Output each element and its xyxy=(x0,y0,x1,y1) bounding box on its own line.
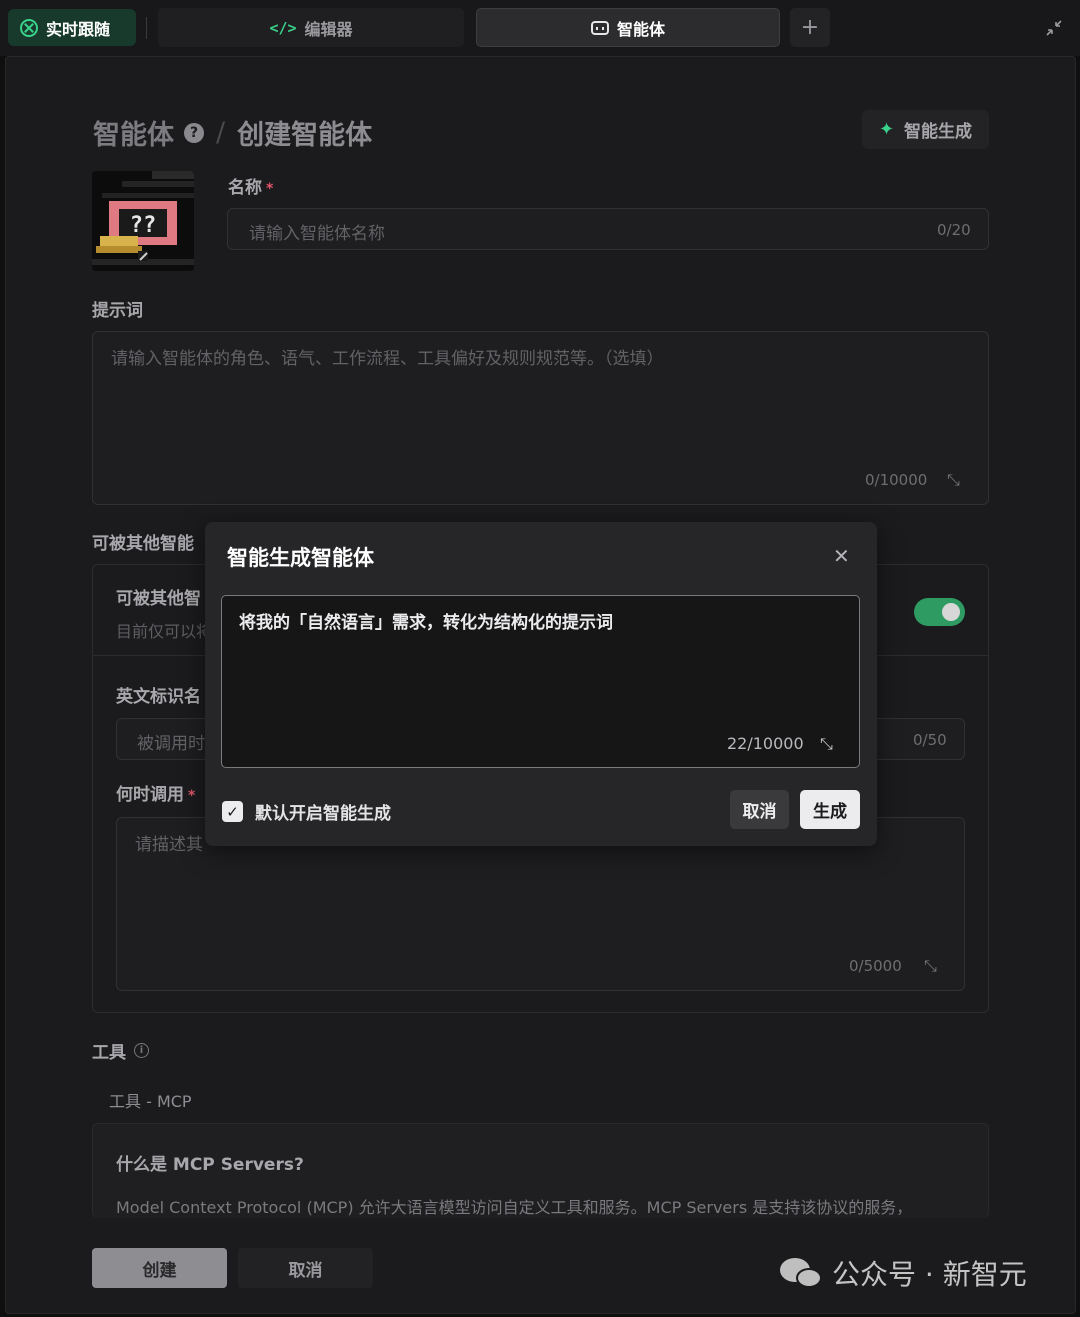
breadcrumb-parent[interactable]: 智能体 xyxy=(93,113,174,152)
watermark: 公众号 · 新智元 xyxy=(780,1253,1027,1293)
dialog-counter: 22/10000 xyxy=(727,734,804,753)
prompt-counter: 0/10000 xyxy=(865,471,928,489)
ai-generate-button[interactable]: ✦ 智能生成 xyxy=(862,110,989,149)
dialog-title: 智能生成智能体 xyxy=(227,546,374,570)
tab-editor-label: 编辑器 xyxy=(304,19,353,39)
name-counter: 0/20 xyxy=(937,221,971,239)
dialog-textarea[interactable]: 将我的「自然语言」需求，转化为结构化的提示词 22/10000 ⤡ xyxy=(221,595,860,768)
when-to-call-placeholder: 请描述其 xyxy=(135,835,203,855)
tab-editor[interactable]: </> 编辑器 xyxy=(158,8,464,47)
cancel-button[interactable]: 取消 xyxy=(238,1248,373,1288)
top-tab-bar: 实时跟随 </> 编辑器 智能体 + xyxy=(0,0,1080,56)
close-icon[interactable]: ✕ xyxy=(833,544,850,568)
dialog-generate-button[interactable]: 生成 xyxy=(800,790,860,829)
bot-icon xyxy=(590,20,609,35)
name-input[interactable]: 请输入智能体名称 0/20 xyxy=(227,208,989,250)
avatar-question-marks: ?? xyxy=(130,213,157,238)
breadcrumb: 智能体 ? / 创建智能体 xyxy=(93,113,372,152)
dialog-textarea-value: 将我的「自然语言」需求，转化为结构化的提示词 xyxy=(239,613,613,633)
english-name-placeholder: 被调用时 xyxy=(137,734,205,754)
wechat-icon xyxy=(780,1256,824,1290)
sparkle-icon: ✦ xyxy=(878,119,895,140)
default-on-label[interactable]: 默认开启智能生成 xyxy=(255,799,391,824)
watermark-text: 公众号 · 新智元 xyxy=(832,1258,1027,1291)
mcp-card-desc: Model Context Protocol (MCP) 允许大语言模型访问自定… xyxy=(116,1198,913,1217)
dialog-expand-icon[interactable]: ⤡ xyxy=(820,734,833,754)
ai-generate-label: 智能生成 xyxy=(904,122,973,142)
tab-live-follow-label: 实时跟随 xyxy=(46,19,111,39)
tools-label: 工具 i xyxy=(92,1038,149,1063)
name-input-placeholder: 请输入智能体名称 xyxy=(249,224,385,244)
required-marker: * xyxy=(188,788,196,804)
code-icon: </> xyxy=(269,18,297,37)
create-button[interactable]: 创建 xyxy=(92,1248,227,1288)
page-title: 创建智能体 xyxy=(237,120,373,151)
mcp-card-title: 什么是 MCP Servers? xyxy=(116,1155,304,1175)
callable-toggle[interactable] xyxy=(914,598,965,626)
agent-avatar[interactable]: ?? xyxy=(92,171,194,271)
prompt-placeholder: 请输入智能体的角色、语气、工作流程、工具偏好及规则规范等。（选填） xyxy=(111,349,664,369)
when-to-call-label-text: 何时调用 xyxy=(116,785,184,805)
english-name-counter: 0/50 xyxy=(913,731,947,749)
collapse-icon[interactable] xyxy=(1043,17,1065,39)
tab-divider xyxy=(146,17,147,39)
callable-row-desc: 目前仅可以将 xyxy=(116,622,213,641)
when-to-call-expand-icon[interactable]: ⤡ xyxy=(924,956,937,976)
default-on-checkbox[interactable]: ✓ xyxy=(222,801,243,822)
tools-mcp-label: 工具 - MCP xyxy=(109,1092,192,1111)
info-icon[interactable]: i xyxy=(134,1043,149,1058)
tab-live-follow[interactable]: 实时跟随 xyxy=(8,9,136,46)
required-marker: * xyxy=(266,181,274,197)
collapse-arrows-icon xyxy=(1046,20,1062,36)
prompt-label: 提示词 xyxy=(92,301,143,321)
ai-generate-dialog: 智能生成智能体 ✕ 将我的「自然语言」需求，转化为结构化的提示词 22/1000… xyxy=(205,522,877,846)
tools-label-text: 工具 xyxy=(92,1043,126,1063)
mcp-info-card: 什么是 MCP Servers? Model Context Protocol … xyxy=(92,1123,989,1218)
prompt-textarea[interactable]: 请输入智能体的角色、语气、工作流程、工具偏好及规则规范等。（选填） 0/1000… xyxy=(92,331,989,505)
name-label-text: 名称 xyxy=(228,178,262,198)
callable-row-title: 可被其他智 xyxy=(116,589,201,609)
tab-agent-label: 智能体 xyxy=(616,19,665,39)
english-name-label: 英文标识名 xyxy=(116,687,201,707)
breadcrumb-separator: / xyxy=(216,117,226,148)
when-to-call-counter: 0/5000 xyxy=(849,957,902,975)
add-tab-button[interactable]: + xyxy=(790,8,830,47)
dialog-cancel-button[interactable]: 取消 xyxy=(730,790,789,829)
prompt-expand-icon[interactable]: ⤡ xyxy=(947,470,960,490)
callable-section-label: 可被其他智能 xyxy=(92,534,194,554)
tab-agent[interactable]: 智能体 xyxy=(476,8,780,47)
when-to-call-label: 何时调用 * xyxy=(116,780,195,805)
live-follow-icon xyxy=(20,18,38,37)
name-label: 名称 * xyxy=(228,173,273,198)
avatar-pixel-art: ?? xyxy=(92,171,194,271)
help-icon[interactable]: ? xyxy=(184,122,204,143)
